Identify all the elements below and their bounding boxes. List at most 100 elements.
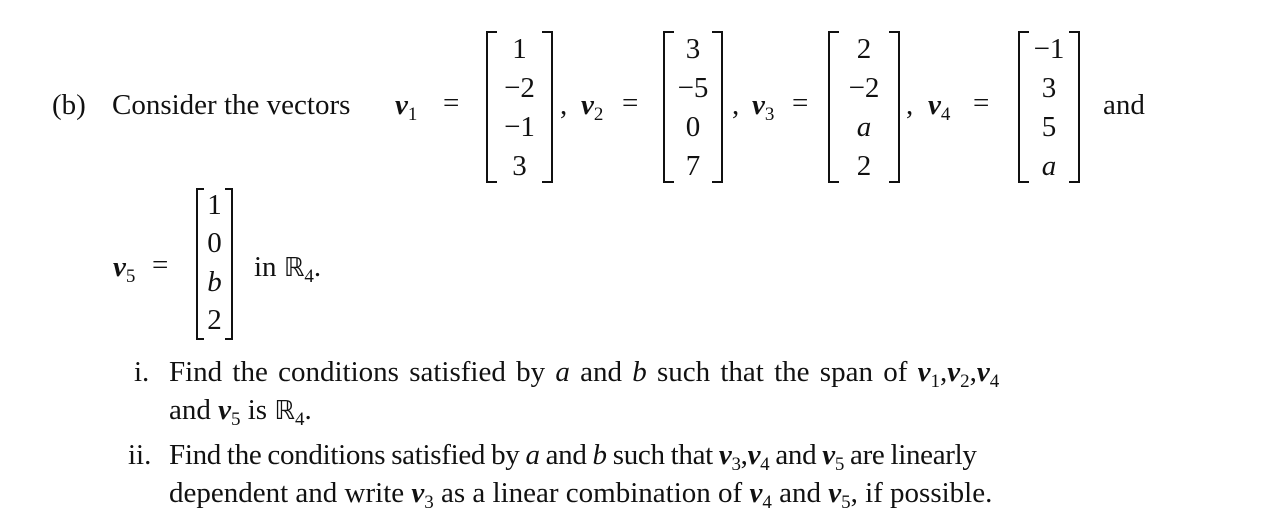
vec-v: v [917, 356, 931, 388]
sub: 5 [834, 454, 845, 475]
comma-3: , [906, 89, 914, 121]
v3-letter: v [752, 89, 765, 121]
period: . [304, 394, 312, 426]
v4-entry-2: 3 [1041, 72, 1057, 104]
v4-equals: = [973, 87, 990, 119]
sub: 3 [424, 492, 434, 513]
v5-matrix: 1 0 b 2 [196, 188, 233, 340]
real-numbers-symbol: ℝ [283, 253, 305, 283]
text: dependent and write [169, 477, 405, 509]
text: are linearly [850, 439, 977, 471]
vec-v: v [718, 439, 732, 471]
v2-equals: = [622, 87, 639, 119]
part-i-marker: i. [134, 356, 150, 388]
v5-entry-1: 1 [207, 189, 222, 221]
v1-entry-3: −1 [504, 111, 535, 143]
text: , if possible. [850, 477, 993, 509]
text: Find the conditions satisfied by [169, 356, 546, 388]
vec-v: v [411, 477, 425, 509]
v2-entry-4: 7 [685, 150, 701, 182]
v5-entry-4: 2 [207, 304, 222, 336]
v2-subscript: 2 [593, 104, 604, 125]
text: and [775, 439, 817, 471]
sub: 4 [760, 454, 770, 475]
sub: 3 [731, 454, 741, 475]
text: as a linear combination of [441, 477, 743, 509]
v4-entry-4: a [1041, 150, 1057, 182]
part-i-line-2: and v5 is ℝ4. [169, 394, 312, 430]
comma-2: , [732, 89, 740, 121]
v5-subscript: 5 [125, 266, 136, 287]
part-ii-line-1: Find the conditions satisfied by a and b… [169, 439, 977, 475]
v1-subscript: 1 [407, 104, 418, 125]
v1-letter: v [395, 89, 408, 121]
v4-subscript: 4 [940, 104, 951, 125]
v5-equals: = [152, 249, 169, 281]
sub: 4 [762, 492, 772, 513]
v3-equals: = [792, 87, 809, 119]
vec-v: v [828, 477, 842, 509]
part-i-line-1: Find the conditions satisfied by a and b… [169, 356, 1000, 392]
v4-symbol: v4 [928, 89, 951, 125]
v3-symbol: v3 [752, 89, 775, 125]
v5-letter: v [113, 251, 126, 283]
v5-entry-3: b [207, 266, 222, 298]
vec-v: v [747, 439, 761, 471]
var-b: b [632, 356, 647, 388]
part-label: (b) [52, 89, 86, 121]
v2-symbol: v2 [581, 89, 604, 125]
sub: 5 [841, 492, 851, 513]
intro-text: Consider the vectors [112, 89, 351, 121]
v2-entry-2: −5 [677, 72, 709, 104]
v1-matrix: 1 −2 −1 3 [486, 31, 553, 183]
text: and [169, 394, 211, 426]
vec-v: v [947, 356, 961, 388]
v3-subscript: 3 [764, 104, 775, 125]
period: . [313, 251, 322, 283]
v2-entry-1: 3 [685, 33, 701, 65]
vec-v: v [976, 356, 990, 388]
space-subscript: 4 [304, 266, 314, 287]
v4-matrix: −1 3 5 a [1018, 31, 1080, 183]
vec-v: v [749, 477, 763, 509]
vec-v: v [218, 394, 231, 426]
sub: 4 [989, 371, 1000, 392]
sub: 1 [930, 371, 940, 392]
v4-entry-1: −1 [1033, 33, 1065, 65]
v4-letter: v [928, 89, 941, 121]
v2-matrix: 3 −5 0 7 [663, 31, 723, 183]
text: and [580, 356, 622, 388]
real-numbers-symbol: ℝ [274, 396, 295, 426]
in-word: in [254, 251, 277, 283]
text: such that [612, 439, 714, 471]
var-b: b [592, 439, 608, 471]
var-a: a [555, 356, 570, 388]
sub: 2 [960, 371, 970, 392]
vec-v: v [822, 439, 835, 471]
part-ii-line-2: dependent and write v3 as a linear combi… [169, 477, 993, 513]
text: Find the conditions satisfied by [169, 439, 520, 471]
sub: 4 [294, 409, 305, 430]
var-a: a [525, 439, 540, 471]
v1-entry-4: 3 [512, 150, 527, 182]
v3-matrix: 2 −2 a 2 [828, 31, 900, 183]
text: and [779, 477, 821, 509]
v5-symbol: v5 [113, 251, 136, 287]
v3-entry-2: −2 [848, 72, 880, 104]
v2-letter: v [581, 89, 594, 121]
text: such that the span of [656, 356, 908, 388]
v1-equals: = [443, 87, 460, 119]
v1-entry-1: 1 [512, 33, 527, 65]
v1-symbol: v1 [395, 89, 418, 125]
part-ii-marker: ii. [128, 439, 152, 471]
v2-entry-3: 0 [685, 111, 701, 143]
comma-1: , [560, 89, 568, 121]
v3-entry-1: 2 [856, 33, 872, 65]
v1-entry-2: −2 [504, 72, 535, 104]
text: and [545, 439, 587, 471]
sub: 5 [231, 409, 241, 430]
v3-entry-4: 2 [856, 150, 872, 182]
text: is [247, 394, 268, 426]
v4-entry-3: 5 [1041, 111, 1057, 143]
v3-entry-3: a [856, 111, 872, 143]
